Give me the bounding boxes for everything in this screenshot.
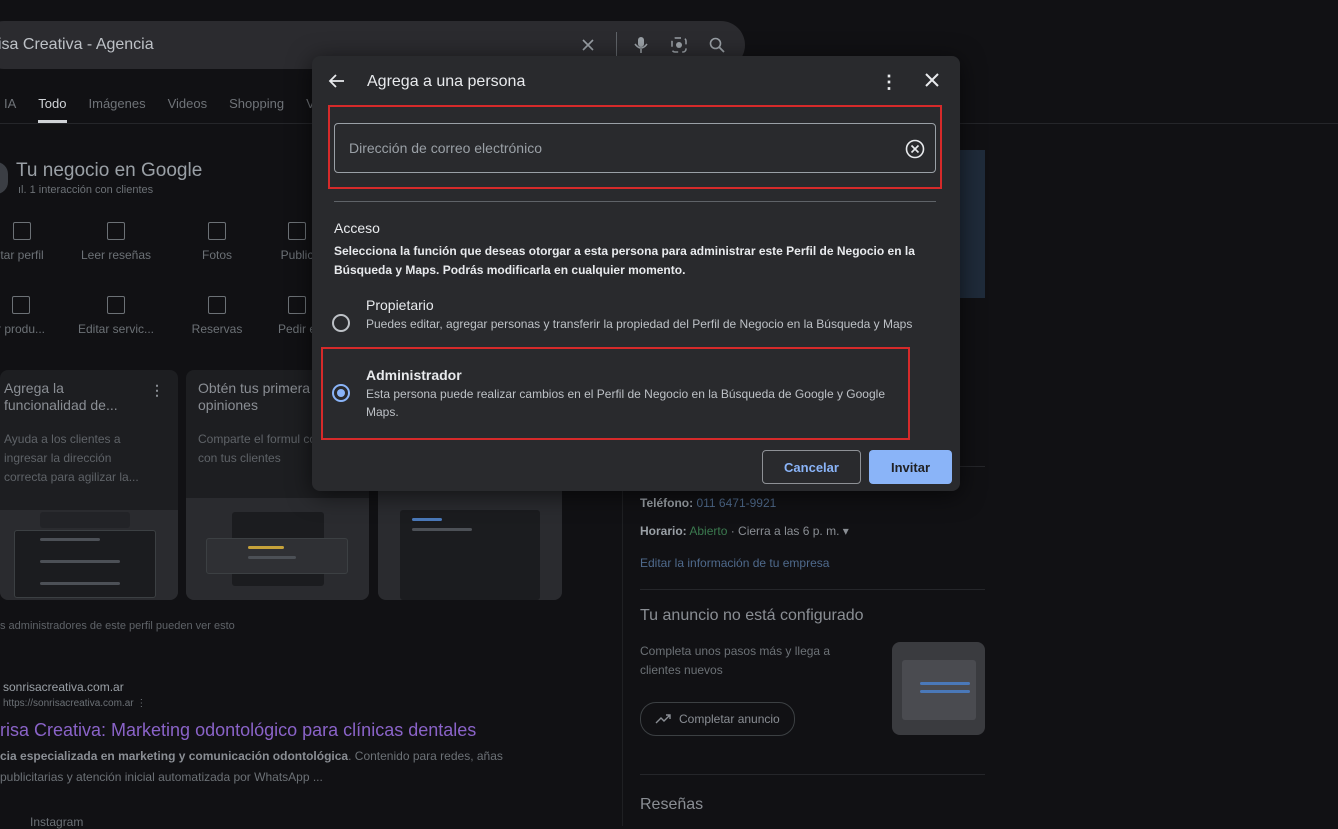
action-label: Reservas [191,322,243,336]
option-admin-title[interactable]: Administrador [366,367,462,383]
result-title[interactable]: risa Creativa: Marketing odontológico pa… [0,720,476,741]
panel-divider [640,774,985,775]
line [412,518,442,521]
phone-row: Teléfono: 011 6471-9921 [640,496,776,510]
business-title: Tu negocio en Google [16,160,203,181]
phone-number[interactable]: 011 6471-9921 [696,496,776,510]
dialog-title: Agrega a una persona [367,73,526,90]
action-edit-profile[interactable]: tar perfil [0,222,52,262]
edit-business-link[interactable]: Editar la información de tu empresa [640,556,829,570]
action-photos[interactable]: Fotos [188,222,246,262]
clear-search-icon[interactable] [578,35,598,55]
microphone-icon[interactable] [631,35,651,55]
admins-note: s administradores de este perfil pueden … [0,620,235,632]
card-illustration [0,510,178,600]
email-field[interactable] [334,123,936,173]
hours-row[interactable]: Horario: Abierto · Cierra a las 6 p. m. … [640,524,849,538]
more-options-icon[interactable]: ⋮ [880,72,898,92]
action-label: Leer reseñas [80,248,152,262]
tab-shopping[interactable]: Shopping [229,96,284,123]
result-url[interactable]: https://sonrisacreativa.com.ar ⋮ [3,698,146,709]
lens-icon[interactable] [669,35,689,55]
card-address-feature[interactable]: Agrega la funcionalidad de... ⋮ Ayuda a … [0,370,178,600]
tab-imagenes[interactable]: Imágenes [89,96,146,123]
dialog-divider [334,201,936,202]
panel-divider [640,589,985,590]
card-menu-icon[interactable]: ⋮ [150,382,164,399]
card-body: Ayuda a los clientes a ingresar la direc… [4,432,139,484]
complete-ad-label: Completar anuncio [679,712,780,726]
pencil-icon [13,222,31,240]
interactions-text[interactable]: 1 interacción con clientes [30,184,154,196]
radio-owner[interactable] [332,314,350,332]
add-person-dialog: Agrega a una persona ⋮ Acceso Selecciona… [312,56,960,491]
ad-title: Tu anuncio no está configurado [640,607,864,624]
tab-videos[interactable]: Videos [168,96,208,123]
search-query[interactable]: isa Creativa - Agencia [0,36,578,54]
action-products[interactable]: r produ... [0,296,56,336]
business-interactions[interactable]: ıl. 1 interacción con clientes [18,184,153,196]
clear-input-icon[interactable] [905,139,925,159]
line [40,582,120,585]
hours-label: Horario: [640,524,687,538]
result-desc-bold: cia especializada en marketing y comunic… [0,749,349,763]
action-label: Editar servic... [77,322,155,336]
promo-box [400,510,540,600]
stars [248,546,284,549]
hours-open: Abierto [689,524,728,538]
result-desc: cia especializada en marketing y comunic… [0,746,540,788]
bag-icon [12,296,30,314]
review-icon [107,222,125,240]
invite-button[interactable]: Invitar [869,450,952,484]
ad-text: Completa unos pasos más y llega a client… [640,644,831,677]
reviews-title: Reseñas [640,796,704,813]
action-label: r produ... [0,322,46,336]
action-label: Public [280,248,314,262]
calendar-icon [208,296,226,314]
tab-todo[interactable]: Todo [38,96,67,123]
back-arrow-icon[interactable] [328,72,348,92]
search-tabs: IA Todo Imágenes Videos Shopping V [0,96,337,123]
card-illustration [186,498,369,600]
result-site[interactable]: sonrisacreativa.com.ar [3,680,124,694]
ad-thumbnail [892,642,985,735]
line [412,528,472,531]
action-read-reviews[interactable]: Leer reseñas [72,222,160,262]
search-divider [616,32,617,58]
line [40,538,100,541]
line [40,560,120,563]
option-owner-title[interactable]: Propietario [366,297,434,313]
hours-rest: · Cierra a las 6 p. m. ▾ [730,524,849,538]
list-icon [107,296,125,314]
cancel-button[interactable]: Cancelar [762,450,861,484]
line [920,682,970,685]
result-sublink[interactable]: Instagram [30,815,83,829]
option-owner-desc: Puedes editar, agregar personas y transf… [366,317,913,331]
option-admin-desc: Esta persona puede realizar cambios en e… [366,387,885,419]
tab-ia[interactable]: IA [4,96,16,123]
action-bookings[interactable]: Reservas [184,296,250,336]
image-icon [208,222,226,240]
search-icon[interactable] [707,35,727,55]
card-title: Agrega la funcionalidad de... [4,380,118,413]
google-bar [40,512,130,528]
action-label: Pedir e [277,322,317,336]
radio-admin[interactable] [332,384,350,402]
access-description: Selecciona la función que deseas otorgar… [334,244,915,277]
access-title: Acceso [334,220,380,236]
order-icon [288,296,306,314]
action-edit-services[interactable]: Editar servic... [68,296,164,336]
complete-ad-button[interactable]: Completar anuncio [640,702,795,736]
avatar [0,162,8,194]
post-icon [288,222,306,240]
action-label: Fotos [201,248,232,262]
action-label: tar perfil [0,248,44,262]
line [248,556,296,559]
line [920,690,970,693]
trending-up-icon [655,714,671,724]
phone-label: Teléfono: [640,496,694,510]
close-icon[interactable] [923,71,943,91]
